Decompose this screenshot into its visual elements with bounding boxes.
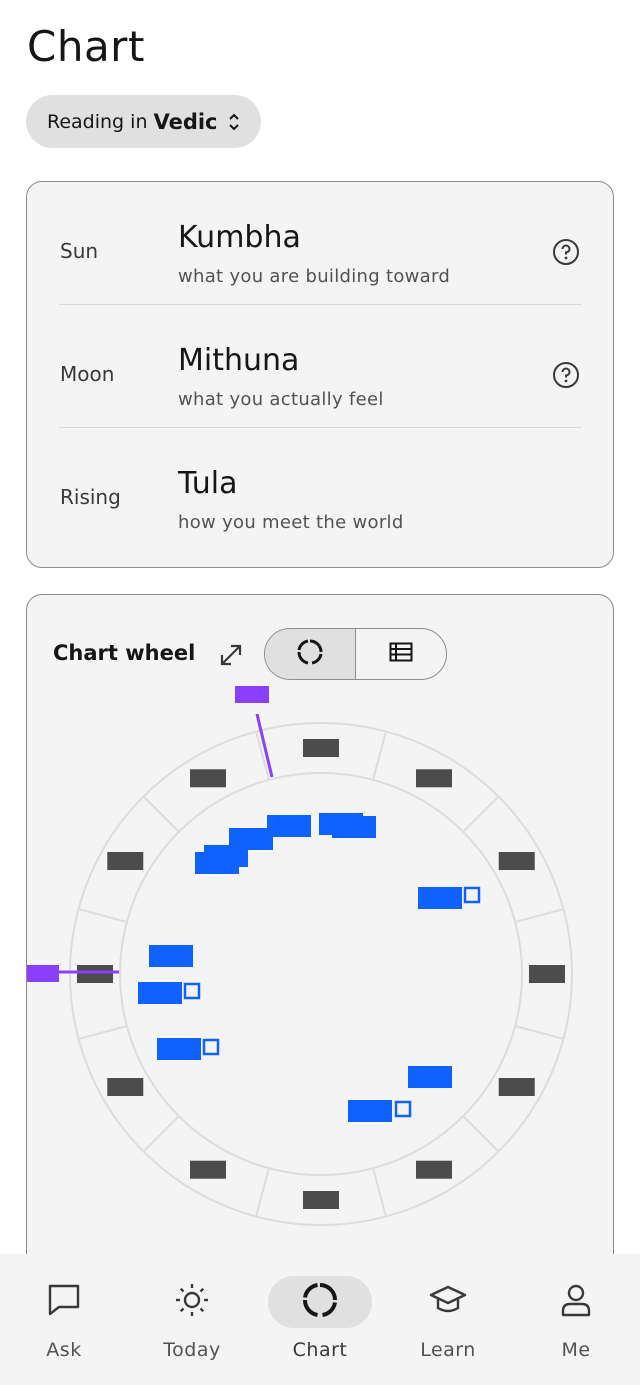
retrograde-indicator-icon xyxy=(463,886,481,904)
nav-me-label: Me xyxy=(561,1339,591,1361)
house-divider xyxy=(255,1167,270,1217)
house-sign-label xyxy=(416,769,452,788)
rising-label: Rising xyxy=(60,485,121,509)
nav-me[interactable]: Me xyxy=(512,1254,640,1385)
house-labels xyxy=(77,739,565,1209)
bottom-navigation: Ask Today Chart Learn Me xyxy=(0,1254,640,1385)
house-divider xyxy=(462,1115,500,1153)
chart-wheel-title: Chart wheel xyxy=(53,641,196,665)
house-divider xyxy=(78,908,128,923)
nav-ask[interactable]: Ask xyxy=(0,1254,128,1385)
house-sign-label xyxy=(416,1160,452,1179)
planet-glyph xyxy=(418,887,462,909)
house-divider xyxy=(142,1115,180,1153)
moon-sign-description: what you actually feel xyxy=(178,389,384,410)
ascendant-marker xyxy=(27,965,59,982)
graduation-cap-icon xyxy=(429,1283,467,1321)
expand-icon[interactable] xyxy=(217,641,245,669)
midheaven-marker xyxy=(235,686,269,703)
retrograde-indicator-icon xyxy=(394,1100,412,1118)
chart-view-toggle xyxy=(264,628,447,680)
house-sign-label xyxy=(77,965,113,983)
house-divider xyxy=(514,908,564,923)
house-sign-label xyxy=(107,852,144,870)
house-divider xyxy=(462,795,500,833)
reading-prefix: Reading in xyxy=(47,110,148,133)
planet-glyph xyxy=(195,813,376,874)
nav-chart-icon-wrap xyxy=(268,1276,372,1328)
wheel-view-toggle[interactable] xyxy=(265,629,356,679)
chart-ring-icon xyxy=(297,639,323,669)
house-sign-label xyxy=(190,769,226,788)
house-divider xyxy=(514,1025,564,1040)
retrograde-indicator-icon xyxy=(202,1038,220,1056)
chat-bubble-icon xyxy=(47,1283,81,1321)
reading-system-selector[interactable]: Reading in Vedic xyxy=(26,95,261,148)
planet-glyph xyxy=(157,1038,201,1060)
nav-learn[interactable]: Learn xyxy=(384,1254,512,1385)
retrograde-indicator-icon xyxy=(183,982,201,1000)
sun-label: Sun xyxy=(60,239,99,263)
rising-sign-description: how you meet the world xyxy=(178,512,404,533)
house-sign-label xyxy=(107,1078,144,1096)
house-sign-label xyxy=(303,739,339,757)
nav-learn-label: Learn xyxy=(420,1339,476,1361)
chart-wheel[interactable] xyxy=(27,595,614,1314)
nav-chart[interactable]: Chart xyxy=(256,1254,384,1385)
nav-me-icon-wrap xyxy=(524,1276,628,1328)
sun-sign-row: Sun Kumbha what you are building toward xyxy=(59,182,582,305)
house-sign-label xyxy=(498,852,535,870)
moon-help-icon[interactable] xyxy=(552,361,580,389)
chart-ring-icon xyxy=(302,1282,338,1322)
nav-learn-icon-wrap xyxy=(396,1276,500,1328)
sun-sign-description: what you are building toward xyxy=(178,266,451,287)
moon-sign-name: Mithuna xyxy=(178,343,300,378)
sun-help-icon[interactable] xyxy=(552,238,580,266)
nav-chart-label: Chart xyxy=(292,1339,348,1361)
nav-ask-label: Ask xyxy=(46,1339,82,1361)
moon-label: Moon xyxy=(60,362,115,386)
table-view-toggle[interactable] xyxy=(356,629,447,679)
planet-glyph xyxy=(348,1066,452,1122)
moon-sign-row: Moon Mithuna what you actually feel xyxy=(59,305,582,428)
house-divider xyxy=(142,795,180,833)
house-sign-label xyxy=(190,1160,226,1179)
house-divider xyxy=(372,731,387,781)
nav-today[interactable]: Today xyxy=(128,1254,256,1385)
rising-sign-row: Rising Tula how you meet the world xyxy=(59,428,582,551)
chart-wheel-card: Chart wheel xyxy=(26,594,614,1314)
nav-today-icon-wrap xyxy=(140,1276,244,1328)
house-divider xyxy=(78,1025,128,1040)
sun-sign-name: Kumbha xyxy=(178,220,301,255)
house-sign-label xyxy=(303,1191,339,1209)
up-down-chevron-icon xyxy=(228,111,240,133)
house-divider xyxy=(372,1167,387,1217)
table-list-icon xyxy=(389,642,413,666)
nav-today-label: Today xyxy=(163,1339,221,1361)
house-sign-label xyxy=(498,1078,535,1096)
house-dividers xyxy=(78,731,564,1217)
reading-system-value: Vedic xyxy=(153,109,218,134)
page-title: Chart xyxy=(27,22,145,71)
rising-sign-name: Tula xyxy=(178,466,238,501)
big-three-card: Sun Kumbha what you are building toward … xyxy=(26,181,614,568)
user-icon xyxy=(560,1283,592,1321)
nav-ask-icon-wrap xyxy=(12,1276,116,1328)
house-sign-label xyxy=(529,965,565,983)
sun-icon xyxy=(174,1282,210,1322)
